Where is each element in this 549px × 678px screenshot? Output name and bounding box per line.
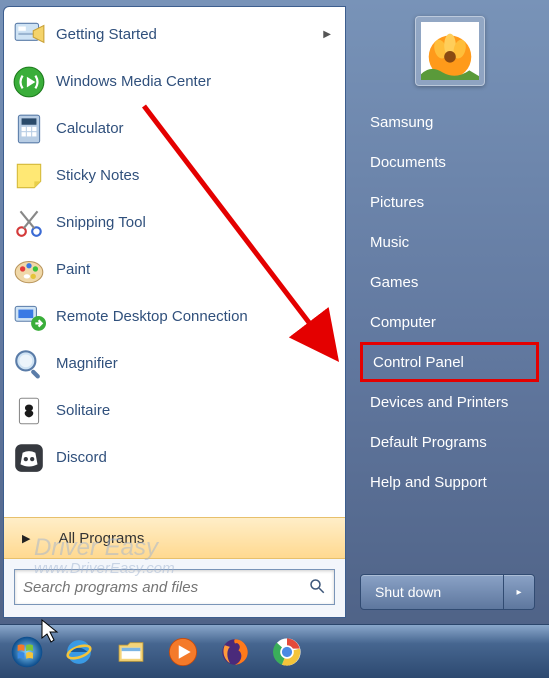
start-menu-left-panel: Getting Started▶Windows Media CenterCalc… [3, 6, 346, 618]
taskbar-start-orb[interactable] [4, 631, 50, 673]
program-item-getting-started[interactable]: Getting Started▶ [6, 11, 343, 58]
taskbar [0, 624, 549, 678]
program-label: Getting Started [56, 26, 323, 43]
right-item-pictures[interactable]: Pictures [360, 182, 539, 222]
paint-icon [12, 253, 46, 287]
start-menu-right-panel: SamsungDocumentsPicturesMusicGamesComput… [346, 6, 549, 618]
search-box[interactable] [14, 569, 335, 605]
all-programs-label: All Programs [58, 530, 144, 547]
chevron-right-icon: ▸ [516, 587, 521, 598]
right-item-games[interactable]: Games [360, 262, 539, 302]
program-item-paint[interactable]: Paint [6, 246, 343, 293]
program-label: Magnifier [56, 355, 337, 372]
right-items-list: SamsungDocumentsPicturesMusicGamesComput… [360, 102, 539, 562]
calculator-icon [12, 112, 46, 146]
program-label: Solitaire [56, 402, 337, 419]
program-item-sticky-notes[interactable]: Sticky Notes [6, 152, 343, 199]
taskbar-windows-media-player[interactable] [160, 631, 206, 673]
search-row [4, 559, 345, 617]
program-list: Getting Started▶ Windows Media Center Calc… [4, 7, 345, 517]
right-item-computer[interactable]: Computer [360, 302, 539, 342]
user-avatar-frame[interactable] [415, 16, 485, 86]
program-item-rdp[interactable]: Remote Desktop Connection [6, 293, 343, 340]
program-label: Remote Desktop Connection [56, 308, 337, 325]
program-item-wmc[interactable]: Windows Media Center [6, 58, 343, 105]
right-item-help-and-support[interactable]: Help and Support [360, 462, 539, 502]
rdp-icon [12, 300, 46, 334]
right-item-default-programs[interactable]: Default Programs [360, 422, 539, 462]
taskbar-firefox[interactable] [212, 631, 258, 673]
all-programs-button[interactable]: ▶ All Programs [4, 517, 345, 559]
program-label: Calculator [56, 120, 337, 137]
program-item-magnifier[interactable]: Magnifier [6, 340, 343, 387]
program-label: Snipping Tool [56, 214, 337, 231]
right-item-control-panel[interactable]: Control Panel [360, 342, 539, 382]
shutdown-button[interactable]: Shut down ▸ [360, 574, 535, 610]
search-icon [308, 577, 326, 598]
triangle-right-icon: ▶ [22, 532, 30, 545]
submenu-arrow-icon: ▶ [323, 29, 331, 40]
discord-icon [12, 441, 46, 475]
start-menu: Getting Started▶Windows Media CenterCalc… [0, 0, 549, 618]
shutdown-dropdown[interactable]: ▸ [504, 587, 534, 598]
taskbar-file-explorer[interactable] [108, 631, 154, 673]
right-item-documents[interactable]: Documents [360, 142, 539, 182]
snipping-tool-icon [12, 206, 46, 240]
right-item-samsung[interactable]: Samsung [360, 102, 539, 142]
program-label: Paint [56, 261, 337, 278]
program-label: Sticky Notes [56, 167, 337, 184]
program-item-calculator[interactable]: Calculator [6, 105, 343, 152]
program-item-snipping-tool[interactable]: Snipping Tool [6, 199, 343, 246]
getting-started-icon [12, 18, 46, 52]
user-avatar-icon [421, 22, 479, 80]
taskbar-chrome[interactable] [264, 631, 310, 673]
taskbar-internet-explorer[interactable] [56, 631, 102, 673]
shutdown-main[interactable]: Shut down [361, 575, 504, 609]
program-label: Discord [56, 449, 337, 466]
right-item-music[interactable]: Music [360, 222, 539, 262]
magnifier-icon [12, 347, 46, 381]
wmc-icon [12, 65, 46, 99]
sticky-notes-icon [12, 159, 46, 193]
program-item-discord[interactable]: Discord [6, 434, 343, 481]
right-item-devices-and-printers[interactable]: Devices and Printers [360, 382, 539, 422]
shutdown-label: Shut down [375, 584, 441, 600]
program-label: Windows Media Center [56, 73, 337, 90]
user-avatar-wrap [360, 6, 539, 102]
program-item-solitaire[interactable]: Solitaire [6, 387, 343, 434]
search-input[interactable] [23, 579, 308, 596]
solitaire-icon [12, 394, 46, 428]
